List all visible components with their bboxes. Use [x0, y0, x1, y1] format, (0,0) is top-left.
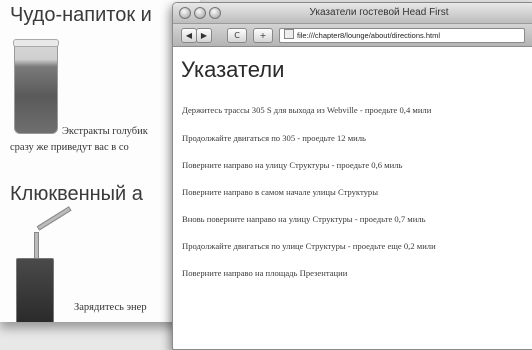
back-text-1: Экстракты голубик: [62, 126, 148, 137]
direction-item: Вновь поверните направо на улицу Структу…: [182, 214, 426, 224]
cranberry-glass-image: [16, 258, 54, 322]
minimize-window-button[interactable]: [194, 7, 206, 19]
page-content: Указатели Держитесь трассы 305 S для вых…: [173, 47, 532, 347]
back-text-3: Зарядитесь энер: [74, 302, 147, 313]
direction-item: Держитесь трассы 305 S для выхода из Web…: [182, 105, 432, 115]
title-bar[interactable]: Указатели гостевой Head First: [173, 3, 532, 24]
direction-item: Поверните направо на улицу Структуры - п…: [182, 160, 403, 170]
direction-item: Поверните направо на площадь Презентации: [182, 268, 348, 278]
back-window: Чудо-напиток и Экстракты голубик сразу ж…: [0, 0, 200, 322]
direction-item: Продолжайте двигаться по улице Структуры…: [182, 241, 436, 251]
zoom-window-button[interactable]: [209, 7, 221, 19]
add-bookmark-button[interactable]: +: [253, 28, 273, 43]
address-bar[interactable]: file:///chapter8/lounge/about/directions…: [279, 28, 525, 43]
reload-button[interactable]: C: [227, 28, 247, 43]
address-url: file:///chapter8/lounge/about/directions…: [297, 31, 441, 40]
back-button[interactable]: ◀: [181, 28, 197, 43]
browser-window: Указатели гостевой Head First ◀ ▶ C + fi…: [172, 2, 532, 350]
back-text-2: сразу же приведут вас в со: [10, 142, 129, 153]
direction-item: Продолжайте двигаться по 305 - проедьте …: [182, 133, 366, 143]
window-title: Указатели гостевой Head First: [309, 7, 449, 18]
page-icon: [284, 29, 294, 39]
close-window-button[interactable]: [179, 7, 191, 19]
browser-toolbar: ◀ ▶ C + file:///chapter8/lounge/about/di…: [173, 24, 532, 47]
back-heading-1: Чудо-напиток и: [10, 4, 152, 26]
page-title: Указатели: [181, 57, 285, 82]
window-controls: [179, 7, 221, 19]
direction-item: Поверните направо в самом начале улицы С…: [182, 187, 378, 197]
straw-image: [36, 206, 72, 231]
juice-glass-image: [13, 39, 59, 134]
forward-button[interactable]: ▶: [196, 28, 212, 43]
back-heading-2: Клюквенный а: [10, 183, 143, 205]
